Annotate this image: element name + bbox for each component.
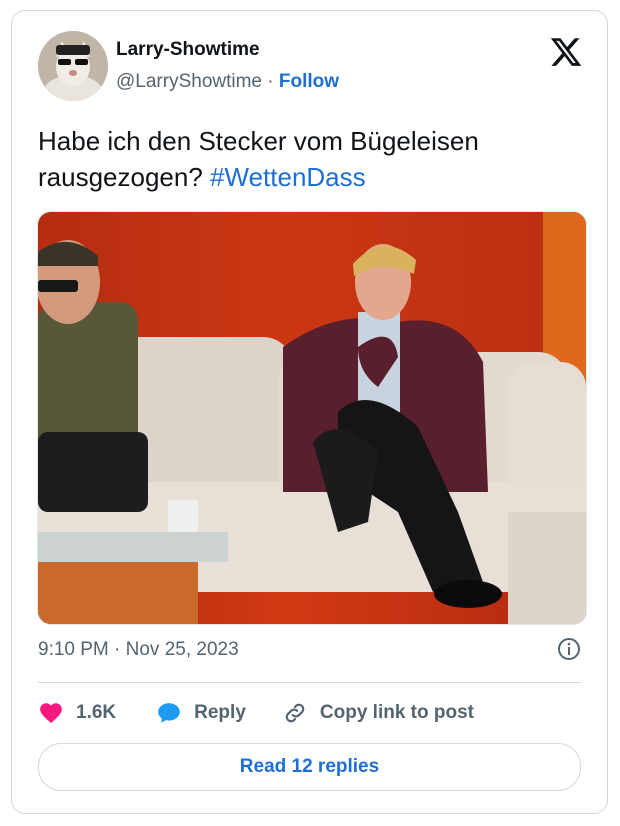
like-button[interactable]: 1.6K (38, 700, 116, 726)
tweet-card: Larry-Showtime @LarryShowtime · Follow H… (11, 10, 608, 814)
read-replies-label: Read 12 replies (239, 756, 380, 777)
copy-link-button[interactable]: Copy link to post (282, 700, 474, 726)
tv-screenshot-image (38, 212, 586, 624)
copy-link-label: Copy link to post (319, 702, 474, 723)
tweet-text: Habe ich den Stecker vom Bügeleisen raus… (38, 123, 578, 195)
reply-label: Reply (194, 702, 246, 723)
avatar[interactable] (38, 31, 108, 101)
x-logo-icon[interactable] (549, 35, 583, 69)
reply-button[interactable]: Reply (156, 700, 246, 726)
link-icon (285, 703, 305, 723)
info-icon[interactable] (557, 637, 581, 661)
action-bar: 1.6K Reply Copy link to post (38, 697, 474, 729)
heart-icon (40, 703, 62, 724)
author-handle-row: @LarryShowtime · Follow (116, 71, 339, 93)
avatar-image (38, 31, 108, 101)
follow-link[interactable]: Follow (279, 71, 339, 92)
like-count: 1.6K (76, 702, 117, 723)
tweet-photo[interactable] (37, 211, 587, 625)
divider (38, 682, 581, 683)
tweet-timestamp[interactable]: 9:10 PM · Nov 25, 2023 (38, 639, 239, 661)
separator-dot: · (267, 71, 274, 92)
speech-bubble-icon (158, 703, 180, 723)
author-display-name[interactable]: Larry-Showtime (116, 39, 260, 61)
author-handle[interactable]: @LarryShowtime (116, 71, 262, 92)
hashtag-link[interactable]: #WettenDass (210, 162, 366, 192)
read-replies-button[interactable]: Read 12 replies (38, 743, 581, 791)
